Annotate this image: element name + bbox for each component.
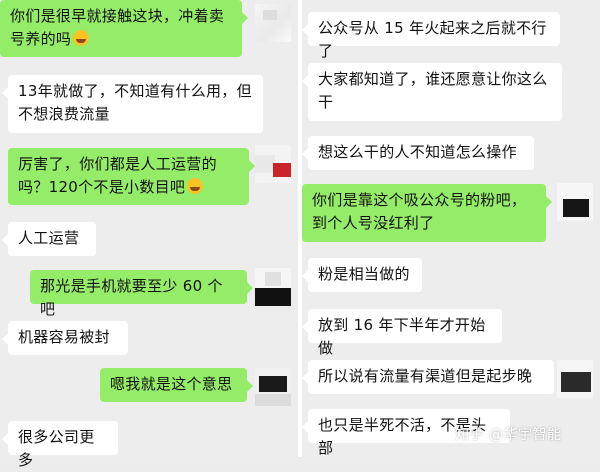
avatar[interactable] [255,4,291,42]
message-bubble[interactable]: 13年就做了，不知道有什么用，但不想浪费流量 [2,75,263,133]
message-text: 很多公司更多 [18,428,95,469]
message-text: 大家都知道了，谁还愿意让你这么干 [318,70,548,111]
message-bubble[interactable]: 那光是手机就要至少 60 个吧 [30,270,253,318]
message-text: 13年就做了，不知道有什么用，但不想浪费流量 [18,82,252,123]
message-bubble[interactable]: 你们是很早就接触这块，冲着卖号养的吗 [0,0,248,57]
message-bubble[interactable]: 你们是靠这个吸公众号的粉吧，到个人号没红利了 [302,184,552,242]
message-text: 想这么干的人不知道怎么操作 [318,143,517,161]
message-text: 你们是很早就接触这块，冲着卖号养的吗 [10,7,225,48]
watermark-label: 知乎 @华宇智能 [455,427,562,443]
message-text: 那光是手机就要至少 60 个吧 [40,277,223,318]
message-bubble[interactable]: 厉害了，你们都是人工运营的吗？120个不是小数目吧 [8,148,255,205]
avatar[interactable] [255,268,291,306]
message-text: 嗯我就是这个意思 [110,375,233,393]
message-bubble[interactable]: 粉是相当做的 [302,258,422,292]
message-bubble[interactable]: 大家都知道了，谁还愿意让你这么干 [302,63,562,121]
laughing-emoji-icon [73,30,90,46]
right-chat-panel: 公众号从 15 年火起来之后就不行了 大家都知道了，谁还愿意让你这么干 想这么干… [302,0,600,457]
message-bubble[interactable]: 放到 16 年下半年才开始做 [302,309,502,357]
message-bubble[interactable]: 很多公司更多 [2,421,118,469]
message-text: 所以说有流量有渠道但是起步晚 [318,367,533,385]
message-text: 你们是靠这个吸公众号的粉吧，到个人号没红利了 [312,191,527,232]
message-text: 机器容易被封 [18,328,110,346]
avatar[interactable] [557,183,593,221]
left-chat-panel: 你们是很早就接触这块，冲着卖号养的吗 13年就做了，不知道有什么用，但不想浪费流… [0,0,298,469]
avatar[interactable] [255,368,291,406]
avatar[interactable] [557,360,593,398]
message-text: 放到 16 年下半年才开始做 [318,316,486,357]
message-text: 人工运营 [18,229,80,247]
message-bubble[interactable]: 机器容易被封 [2,321,128,355]
message-bubble[interactable]: 所以说有流量有渠道但是起步晚 [302,360,554,394]
message-text: 公众号从 15 年火起来之后就不行了 [318,19,547,60]
message-bubble[interactable]: 人工运营 [2,222,96,256]
message-bubble[interactable]: 想这么干的人不知道怎么操作 [302,136,534,170]
message-bubble[interactable]: 公众号从 15 年火起来之后就不行了 [302,12,560,60]
message-text: 粉是相当做的 [318,265,410,283]
message-bubble[interactable]: 嗯我就是这个意思 [100,368,253,402]
sweat-smile-emoji-icon [187,178,204,194]
avatar[interactable] [255,145,291,183]
